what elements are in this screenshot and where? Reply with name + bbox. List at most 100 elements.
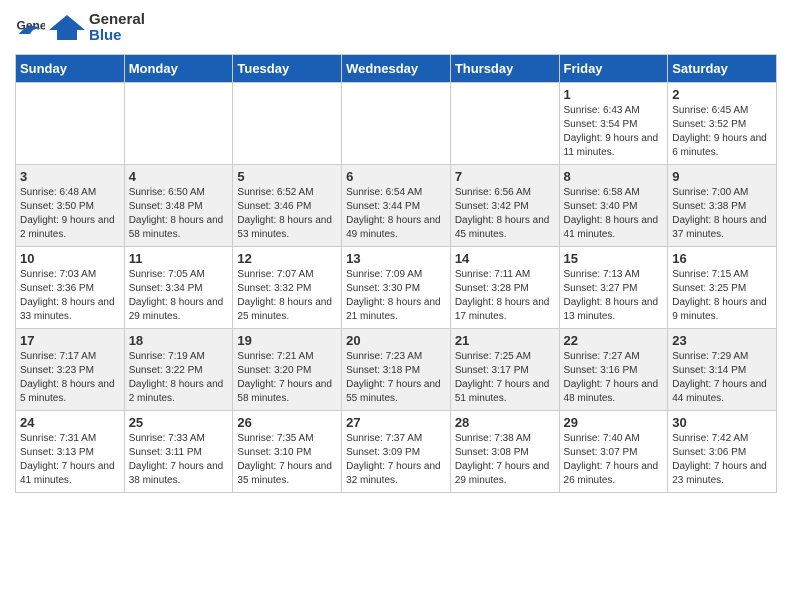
day-number: 16 [672,251,772,266]
calendar-cell [450,83,559,165]
calendar-week-row: 3 Sunrise: 6:48 AM Sunset: 3:50 PM Daylig… [16,165,777,247]
day-number: 28 [455,415,555,430]
calendar-cell: 16 Sunrise: 7:15 AM Sunset: 3:25 PM Dayli… [668,247,777,329]
day-number: 19 [237,333,337,348]
page: General General Blue [0,0,792,503]
day-number: 14 [455,251,555,266]
day-number: 26 [237,415,337,430]
day-info: Sunrise: 7:19 AM Sunset: 3:22 PM Dayligh… [129,350,229,406]
day-number: 1 [564,87,664,102]
col-tuesday: Tuesday [233,55,342,83]
calendar-table: Sunday Monday Tuesday Wednesday Thursday… [15,54,777,493]
day-number: 30 [672,415,772,430]
day-info: Sunrise: 7:38 AM Sunset: 3:08 PM Dayligh… [455,432,555,488]
calendar-cell [124,83,233,165]
day-info: Sunrise: 7:25 AM Sunset: 3:17 PM Dayligh… [455,350,555,406]
calendar-cell [342,83,451,165]
day-number: 7 [455,169,555,184]
calendar-cell [233,83,342,165]
calendar-cell: 12 Sunrise: 7:07 AM Sunset: 3:32 PM Dayli… [233,247,342,329]
day-number: 12 [237,251,337,266]
calendar-cell: 26 Sunrise: 7:35 AM Sunset: 3:10 PM Dayli… [233,411,342,493]
calendar-cell: 2Sunrise: 6:45 AM Sunset: 3:52 PM Daylig… [668,83,777,165]
logo: General General Blue [15,10,145,46]
day-info: Sunrise: 7:27 AM Sunset: 3:16 PM Dayligh… [564,350,664,406]
day-number: 25 [129,415,229,430]
day-number: 8 [564,169,664,184]
day-info: Sunrise: 7:13 AM Sunset: 3:27 PM Dayligh… [564,268,664,324]
day-number: 3 [20,169,120,184]
calendar-header-row: Sunday Monday Tuesday Wednesday Thursday… [16,55,777,83]
col-saturday: Saturday [668,55,777,83]
day-number: 29 [564,415,664,430]
calendar-week-row: 10 Sunrise: 7:03 AM Sunset: 3:36 PM Dayli… [16,247,777,329]
day-info: Sunrise: 7:31 AM Sunset: 3:13 PM Dayligh… [20,432,120,488]
calendar-cell: 24Sunrise: 7:31 AM Sunset: 3:13 PM Dayli… [16,411,125,493]
logo-icon: General [15,13,45,43]
col-wednesday: Wednesday [342,55,451,83]
day-info: Sunrise: 6:54 AM Sunset: 3:44 PM Dayligh… [346,186,446,242]
logo-bird-icon [49,10,85,46]
calendar-cell: 10 Sunrise: 7:03 AM Sunset: 3:36 PM Dayli… [16,247,125,329]
calendar-cell: 4Sunrise: 6:50 AM Sunset: 3:48 PM Daylig… [124,165,233,247]
calendar-cell: 14 Sunrise: 7:11 AM Sunset: 3:28 PM Dayli… [450,247,559,329]
day-info: Sunrise: 6:48 AM Sunset: 3:50 PM Dayligh… [20,186,120,242]
day-number: 22 [564,333,664,348]
day-info: Sunrise: 7:11 AM Sunset: 3:28 PM Dayligh… [455,268,555,324]
day-number: 9 [672,169,772,184]
day-info: Sunrise: 7:29 AM Sunset: 3:14 PM Dayligh… [672,350,772,406]
col-friday: Friday [559,55,668,83]
col-thursday: Thursday [450,55,559,83]
day-info: Sunrise: 6:58 AM Sunset: 3:40 PM Dayligh… [564,186,664,242]
day-info: Sunrise: 7:00 AM Sunset: 3:38 PM Dayligh… [672,186,772,242]
calendar-cell: 7 Sunrise: 6:56 AM Sunset: 3:42 PM Daylig… [450,165,559,247]
day-number: 15 [564,251,664,266]
day-number: 6 [346,169,446,184]
calendar-week-row: 17 Sunrise: 7:17 AM Sunset: 3:23 PM Dayli… [16,329,777,411]
day-number: 17 [20,333,120,348]
calendar-cell: 22 Sunrise: 7:27 AM Sunset: 3:16 PM Dayli… [559,329,668,411]
calendar-cell [16,83,125,165]
calendar-cell: 1 Sunrise: 6:43 AM Sunset: 3:54 PM Daylig… [559,83,668,165]
col-sunday: Sunday [16,55,125,83]
calendar-cell: 13Sunrise: 7:09 AM Sunset: 3:30 PM Dayli… [342,247,451,329]
calendar-cell: 17 Sunrise: 7:17 AM Sunset: 3:23 PM Dayli… [16,329,125,411]
day-info: Sunrise: 7:42 AM Sunset: 3:06 PM Dayligh… [672,432,772,488]
day-info: Sunrise: 6:56 AM Sunset: 3:42 PM Dayligh… [455,186,555,242]
calendar-cell: 28 Sunrise: 7:38 AM Sunset: 3:08 PM Dayli… [450,411,559,493]
day-number: 10 [20,251,120,266]
day-info: Sunrise: 7:35 AM Sunset: 3:10 PM Dayligh… [237,432,337,488]
calendar-cell: 20 Sunrise: 7:23 AM Sunset: 3:18 PM Dayli… [342,329,451,411]
day-info: Sunrise: 7:15 AM Sunset: 3:25 PM Dayligh… [672,268,772,324]
calendar-cell: 30 Sunrise: 7:42 AM Sunset: 3:06 PM Dayli… [668,411,777,493]
day-number: 18 [129,333,229,348]
day-number: 20 [346,333,446,348]
day-info: Sunrise: 7:23 AM Sunset: 3:18 PM Dayligh… [346,350,446,406]
day-info: Sunrise: 6:43 AM Sunset: 3:54 PM Dayligh… [564,104,664,160]
calendar-cell: 6 Sunrise: 6:54 AM Sunset: 3:44 PM Daylig… [342,165,451,247]
day-info: Sunrise: 7:03 AM Sunset: 3:36 PM Dayligh… [20,268,120,324]
calendar-cell: 8 Sunrise: 6:58 AM Sunset: 3:40 PM Daylig… [559,165,668,247]
day-info: Sunrise: 7:40 AM Sunset: 3:07 PM Dayligh… [564,432,664,488]
day-info: Sunrise: 6:52 AM Sunset: 3:46 PM Dayligh… [237,186,337,242]
day-number: 23 [672,333,772,348]
day-info: Sunrise: 7:07 AM Sunset: 3:32 PM Dayligh… [237,268,337,324]
day-info: Sunrise: 7:17 AM Sunset: 3:23 PM Dayligh… [20,350,120,406]
calendar-cell: 18 Sunrise: 7:19 AM Sunset: 3:22 PM Dayli… [124,329,233,411]
calendar-cell: 21 Sunrise: 7:25 AM Sunset: 3:17 PM Dayli… [450,329,559,411]
calendar-cell: 5 Sunrise: 6:52 AM Sunset: 3:46 PM Daylig… [233,165,342,247]
day-info: Sunrise: 7:37 AM Sunset: 3:09 PM Dayligh… [346,432,446,488]
day-info: Sunrise: 6:45 AM Sunset: 3:52 PM Dayligh… [672,104,772,160]
logo-general: General [89,12,145,29]
col-monday: Monday [124,55,233,83]
day-number: 4 [129,169,229,184]
calendar-cell: 29 Sunrise: 7:40 AM Sunset: 3:07 PM Dayli… [559,411,668,493]
day-number: 11 [129,251,229,266]
day-number: 5 [237,169,337,184]
calendar-cell: 11Sunrise: 7:05 AM Sunset: 3:34 PM Dayli… [124,247,233,329]
calendar-cell: 15 Sunrise: 7:13 AM Sunset: 3:27 PM Dayli… [559,247,668,329]
day-number: 21 [455,333,555,348]
header: General General Blue [15,10,777,46]
calendar-cell: 25Sunrise: 7:33 AM Sunset: 3:11 PM Dayli… [124,411,233,493]
calendar-cell: 19Sunrise: 7:21 AM Sunset: 3:20 PM Dayli… [233,329,342,411]
